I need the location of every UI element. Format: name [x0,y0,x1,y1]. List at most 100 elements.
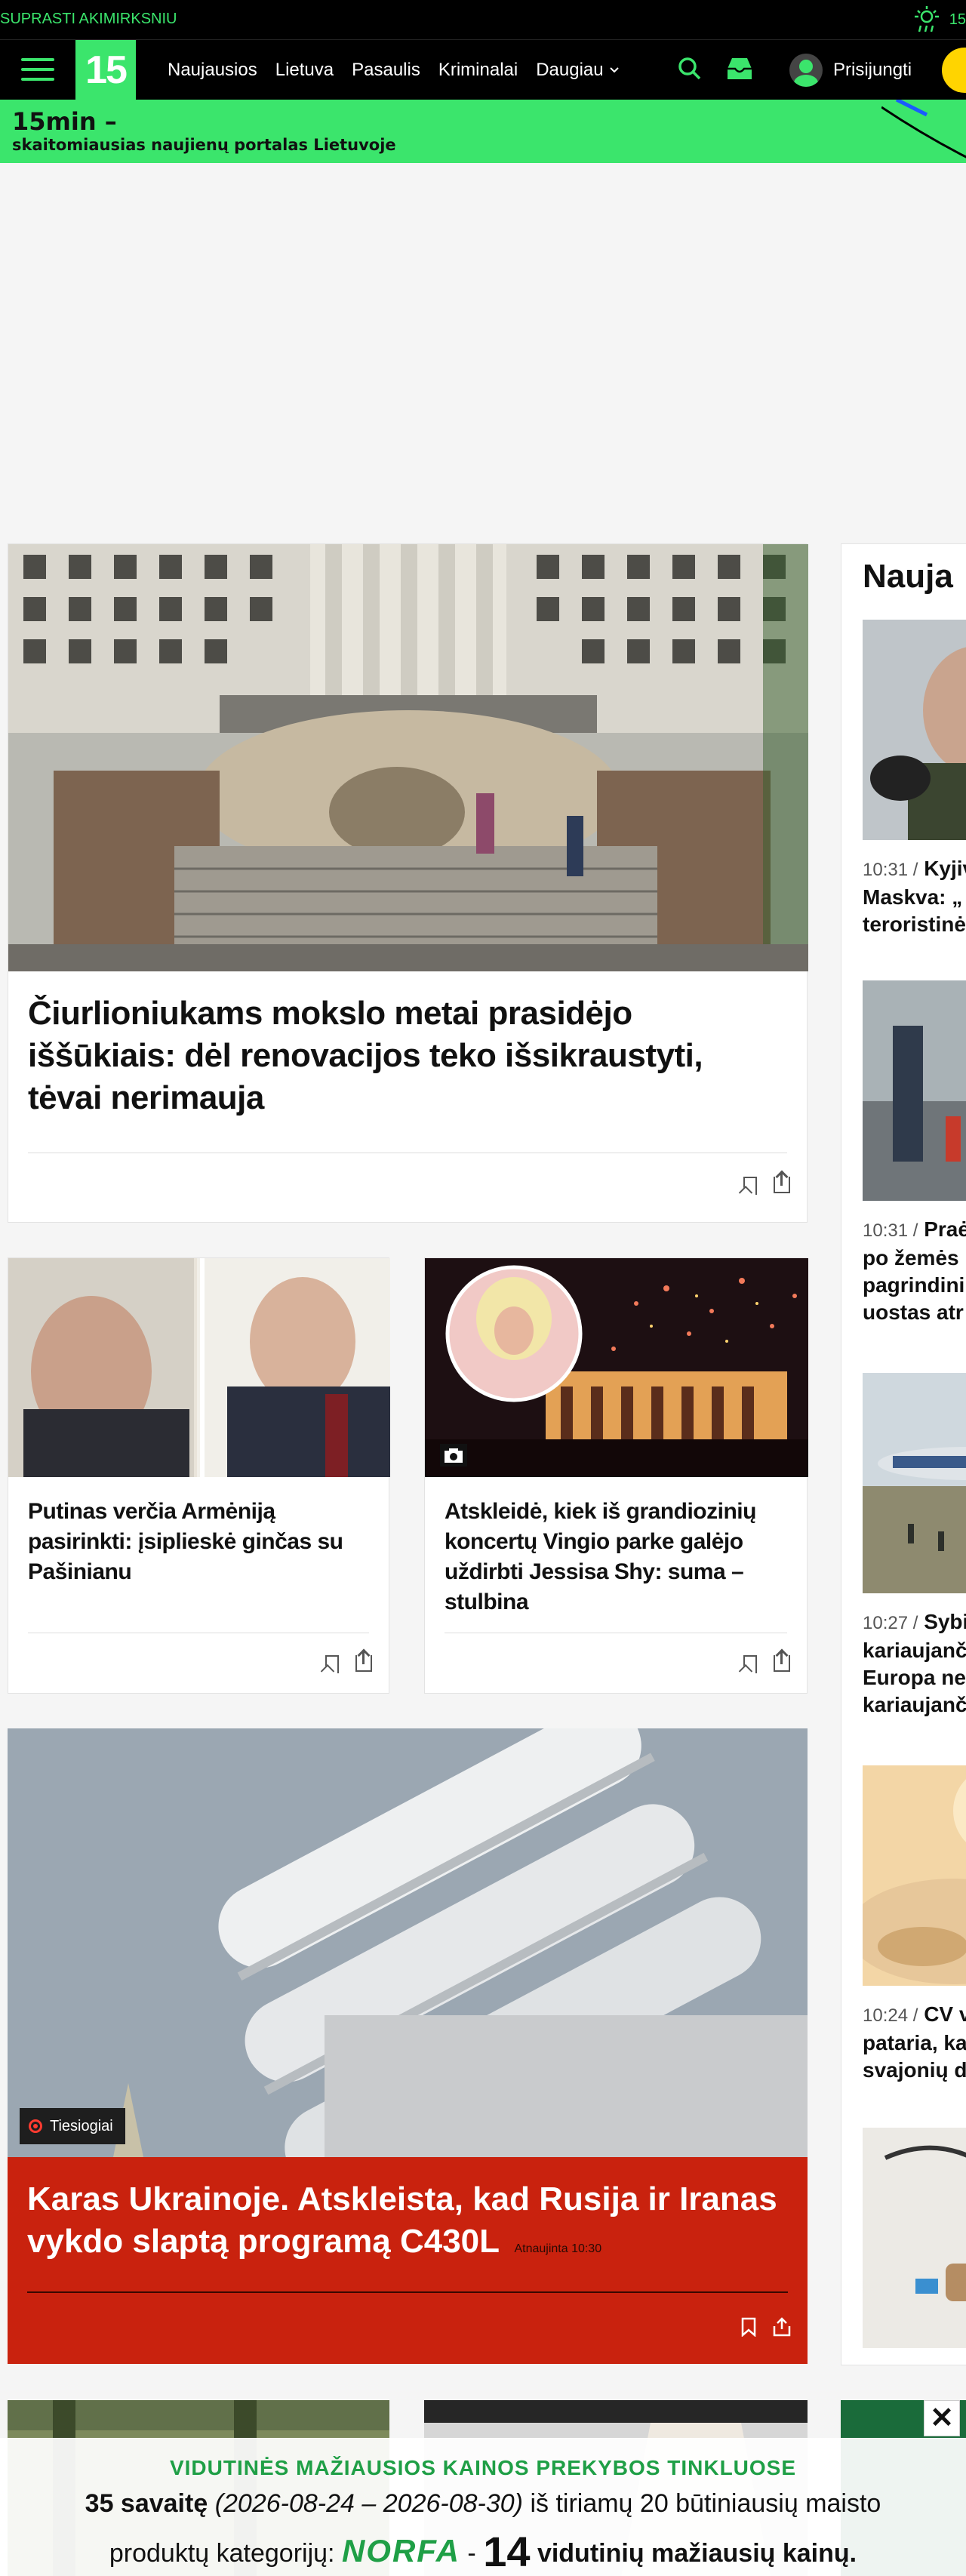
main-navbar: 15 Naujausios Lietuva Pasaulis Kriminala… [0,39,966,100]
article-card-main[interactable]: Čiurlioniukams mokslo metai prasidėjo iš… [8,543,808,1223]
camera-icon [440,1444,467,1467]
slogan-subtitle: skaitomiausias naujienų portalas Lietuvo… [12,136,396,154]
divider [27,2291,788,2293]
nav-link-daugiau[interactable]: Daugiau [536,60,620,81]
menu-icon[interactable] [21,58,54,81]
latest-item-line: Sybi [924,1610,966,1633]
article-actions [743,1172,790,1195]
latest-item-image [863,620,966,840]
latest-item-line: kariaujanč [863,1639,966,1662]
article-title-text: Karas Ukrainoje. Atskleista, kad Rusija … [27,2181,777,2260]
latest-item-image [863,1765,966,1986]
bookmark-icon[interactable] [743,1655,757,1673]
updated-time: Atnaujinta 10:30 [514,2242,602,2255]
latest-item-image [863,980,966,1201]
latest-heading: Nauja [863,558,953,595]
slogan-title: 15min – [12,107,117,136]
live-badge: Tiesiogiai [20,2108,125,2144]
latest-item-line: Praė [924,1217,966,1241]
nav-link-naujausios[interactable]: Naujausios [168,60,257,81]
weather-widget[interactable]: 15 [912,5,966,35]
latest-item[interactable] [863,2128,966,2348]
article-title[interactable]: Atskleidė, kiek iš grandiozinių koncertų… [445,1497,784,1617]
promo-line-3: produktų kategorijų: NORFA - 14 vidutini… [0,2527,966,2576]
latest-item-line: pagrindini [863,1273,965,1297]
article-actions [741,2317,791,2337]
promo-count: 14 [483,2528,531,2575]
ad-placeholder [0,163,966,543]
promo-dates: (2026-08-24 – 2026-08-30) [214,2489,523,2518]
share-icon[interactable] [355,1651,372,1672]
latest-item-line: teroristinė [863,913,966,936]
promo-text: iš tiriamų 20 būtiniausių maisto [530,2489,881,2518]
nav-link-pasaulis[interactable]: Pasaulis [352,60,420,81]
article-title[interactable]: Putinas verčia Armėniją pasirinkti: įsip… [28,1497,368,1587]
latest-item-time: 10:31 / [863,1220,918,1241]
close-icon[interactable]: ✕ [924,2400,960,2436]
latest-item-time: 10:24 / [863,2005,918,2026]
share-icon[interactable] [774,1651,790,1672]
article-image [425,1258,808,1477]
weather-temp: 15 [949,11,966,28]
live-article-card[interactable]: Karas Ukrainoje. Atskleista, kad Rusija … [8,2157,808,2364]
latest-item-line: Kyjiv [924,857,966,880]
latest-item-text: 10:27 / Sybi kariaujanč Europa ne kariau… [863,1608,966,1719]
latest-item[interactable]: 10:24 / CV v pataria, ka svajonių d [863,1765,966,2084]
top-strip: SUPRASTI AKIMIRKSNIU 15 [0,0,966,39]
share-icon[interactable] [773,2317,791,2337]
price-promo-banner[interactable]: VIDUTINĖS MAŽIAUSIOS KAINOS PREKYBOS TIN… [0,2438,966,2576]
share-icon[interactable] [774,1172,790,1193]
article-title[interactable]: Karas Ukrainoje. Atskleista, kad Rusija … [27,2178,782,2270]
promo-headline: VIDUTINĖS MAŽIAUSIOS KAINOS PREKYBOS TIN… [169,2456,797,2479]
promo-dash: - [467,2539,476,2568]
live-label: Tiesiogiai [50,2117,113,2134]
slogan-decoration [881,100,966,158]
latest-item[interactable]: 10:31 / Kyjiv Maskva: „ teroristinė [863,620,966,938]
latest-item-text: 10:24 / CV v pataria, ka svajonių d [863,2001,966,2084]
article-image [8,1258,390,1477]
article-actions [325,1651,372,1673]
article-card-small[interactable]: Putinas verčia Armėniją pasirinkti: įsip… [8,1257,390,1694]
latest-item-line: svajonių d [863,2058,966,2082]
promo-text-bold: vidutinių mažiausių kainų. [537,2539,857,2568]
article-card-small[interactable]: Atskleidė, kiek iš grandiozinių koncertų… [424,1257,808,1694]
latest-item[interactable]: 10:27 / Sybi kariaujanč Europa ne kariau… [863,1373,966,1719]
latest-item-line: po žemės [863,1246,959,1270]
inbox-icon[interactable] [724,55,755,82]
latest-item-time: 10:31 / [863,860,918,880]
latest-item[interactable]: 10:31 / Praė po žemės pagrindini uostas … [863,980,966,1326]
search-icon[interactable] [676,55,703,82]
login-button[interactable]: Prisijungti [789,54,912,87]
site-logo[interactable]: 15 [75,40,136,100]
live-article-image[interactable] [8,1728,808,2157]
live-dot-icon [29,2119,42,2133]
nav-link-lietuva[interactable]: Lietuva [275,60,334,81]
latest-item-text: 10:31 / Kyjiv Maskva: „ teroristinė [863,855,966,938]
top-tagline: SUPRASTI AKIMIRKSNIU [0,11,177,27]
article-actions [743,1651,790,1673]
user-avatar-icon [789,54,823,87]
nav-link-kriminalai[interactable]: Kriminalai [438,60,518,81]
nav-links: Naujausios Lietuva Pasaulis Kriminalai D… [168,60,620,81]
latest-news-panel: Nauja 10:31 / Kyjiv Maskva: „ teroristin… [841,543,966,2365]
nav-link-daugiau-label: Daugiau [536,60,604,80]
norfa-logo: NORFA [341,2533,460,2568]
bookmark-icon[interactable] [743,1177,757,1195]
promo-line-2: 35 savaitę (2026-08-24 – 2026-08-30) iš … [0,2489,966,2519]
article-image [8,544,808,971]
latest-item-line: uostas atr [863,1300,964,1324]
promo-text: produktų kategorijų: [109,2539,335,2568]
bookmark-icon[interactable] [741,2317,756,2337]
bookmark-icon[interactable] [325,1655,339,1673]
latest-item-line: CV v [924,2002,966,2026]
promo-week: 35 savaitę [85,2489,208,2518]
latest-item-image [863,1373,966,1593]
nav-icons [676,55,755,82]
article-title[interactable]: Čiurlioniukams mokslo metai prasidėjo iš… [28,993,783,1119]
login-label: Prisijungti [833,60,912,80]
latest-item-line: kariaujanč [863,1693,966,1716]
slogan-banner[interactable]: 15min – skaitomiausias naujienų portalas… [0,100,966,163]
latest-item-time: 10:27 / [863,1613,918,1633]
yellow-subscribe-button[interactable] [942,48,966,93]
latest-item-image [863,2128,966,2348]
